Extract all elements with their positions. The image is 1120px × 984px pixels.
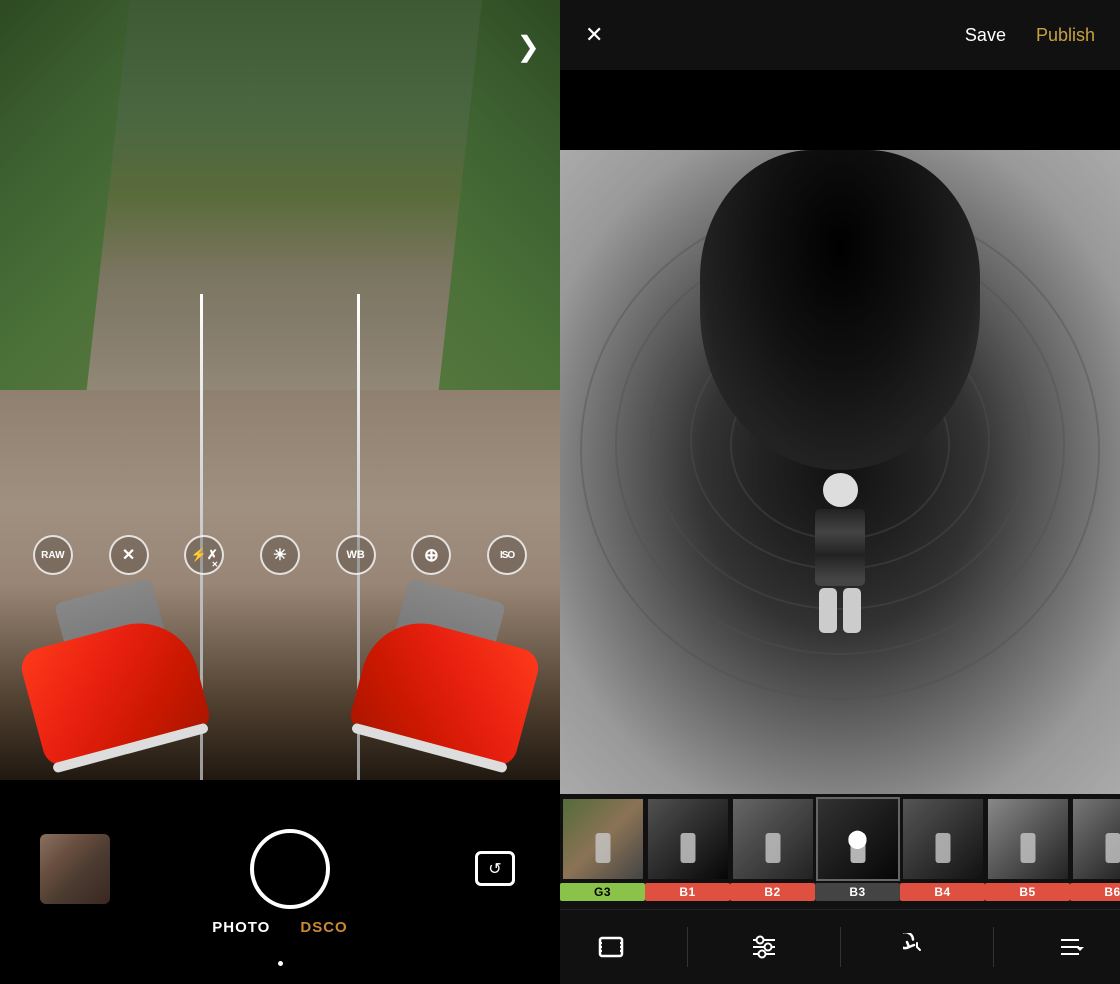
history-icon xyxy=(903,933,931,961)
filter-image-b3: ⬤ xyxy=(818,799,898,879)
toolbar-divider-2 xyxy=(840,927,841,967)
filter-thumb-b4 xyxy=(903,799,983,879)
filter-label-b2: B2 xyxy=(730,883,815,901)
filter-label-g3: G3 xyxy=(560,883,645,901)
child-body xyxy=(815,509,865,586)
filter-b2[interactable]: B2 xyxy=(730,799,815,904)
child-leg-right xyxy=(843,588,861,633)
editor-toolbar xyxy=(560,909,1120,984)
wb-button[interactable]: WB xyxy=(336,535,376,575)
filter-label-b6: B6 xyxy=(1070,883,1120,901)
dsco-mode-tab[interactable]: DSCO xyxy=(300,919,347,936)
filter-image-b1 xyxy=(648,799,728,879)
shutter-button[interactable] xyxy=(250,829,330,909)
filter-b1[interactable]: B1 xyxy=(645,799,730,904)
next-arrow[interactable]: ❯ xyxy=(517,30,540,63)
thumbnail-image xyxy=(40,834,110,904)
filter-image-g3 xyxy=(563,799,643,879)
editor-main-image xyxy=(560,150,1120,794)
track-scene xyxy=(0,0,560,780)
key-icon: ⬤ xyxy=(847,829,867,850)
filter-thumb-b1 xyxy=(648,799,728,879)
filter-child-b6 xyxy=(1105,833,1120,863)
filter-child-b1 xyxy=(680,833,695,863)
child-head xyxy=(823,473,858,507)
filter-label-b1: B1 xyxy=(645,883,730,901)
filter-label-b5: B5 xyxy=(985,883,1070,901)
add-button[interactable]: ⊕ xyxy=(411,535,451,575)
filter-thumb-b2 xyxy=(733,799,813,879)
filter-b3[interactable]: ⬤ B3 xyxy=(815,799,900,904)
close-button[interactable]: ✕ xyxy=(585,22,603,48)
close-button[interactable]: ✕ xyxy=(109,535,149,575)
photo-mode-tab[interactable]: PHOTO xyxy=(212,919,270,936)
toolbar-divider-1 xyxy=(687,927,688,967)
filter-thumb-b3: ⬤ xyxy=(818,799,898,879)
filter-child-g3 xyxy=(595,833,610,863)
filter-child-b5 xyxy=(1020,833,1035,863)
camera-panel: ❯ RAW ✕ ⚡✗ ☀ WB ⊕ ISO xyxy=(0,0,560,984)
editor-top-spacer xyxy=(560,70,1120,150)
frame-icon xyxy=(597,933,625,961)
mode-indicator-dot xyxy=(278,961,283,966)
filter-thumb-g3 xyxy=(563,799,643,879)
filter-child-b4 xyxy=(935,833,950,863)
filter-image-b6 xyxy=(1073,799,1120,879)
child-leg-left xyxy=(819,588,837,633)
filter-strip: G3 B1 B2 ⬤ xyxy=(560,794,1120,909)
filter-image-b2 xyxy=(733,799,813,879)
publish-button[interactable]: Publish xyxy=(1036,25,1095,46)
flash-icon: ⚡✗ xyxy=(191,547,218,563)
plus-icon: ⊕ xyxy=(424,545,439,566)
frame-tool-button[interactable] xyxy=(586,922,636,972)
history-tool-button[interactable] xyxy=(892,922,942,972)
filter-g3[interactable]: G3 xyxy=(560,799,645,904)
save-button[interactable]: Save xyxy=(965,25,1006,46)
filter-label-b4: B4 xyxy=(900,883,985,901)
camera-controls-bar: RAW ✕ ⚡✗ ☀ WB ⊕ ISO xyxy=(0,535,560,575)
filter-image-b5 xyxy=(988,799,1068,879)
tree-hollow xyxy=(700,150,980,470)
filter-b4[interactable]: B4 xyxy=(900,799,985,904)
filter-label-b3: B3 xyxy=(815,883,900,901)
camera-main-controls xyxy=(0,829,560,909)
bookmark-list-icon xyxy=(1056,933,1084,961)
shoe-right xyxy=(347,610,542,770)
filter-b6[interactable]: B6 xyxy=(1070,799,1120,904)
more-tool-button[interactable] xyxy=(1045,922,1095,972)
exposure-button[interactable]: ☀ xyxy=(260,535,300,575)
editor-panel: ✕ Save Publish xyxy=(560,0,1120,984)
editor-header: ✕ Save Publish xyxy=(560,0,1120,70)
filter-image-b4 xyxy=(903,799,983,879)
child-figure xyxy=(800,473,880,633)
flash-button[interactable]: ⚡✗ xyxy=(184,535,224,575)
sliders-icon xyxy=(750,933,778,961)
thumbnail-preview[interactable] xyxy=(40,834,110,904)
stump-bw-scene xyxy=(560,150,1120,794)
filter-child-b2 xyxy=(765,833,780,863)
toolbar-divider-3 xyxy=(993,927,994,967)
child-legs xyxy=(819,588,861,633)
filter-thumb-b5 xyxy=(988,799,1068,879)
adjust-tool-button[interactable] xyxy=(739,922,789,972)
header-actions: Save Publish xyxy=(965,25,1095,46)
flip-camera-button[interactable] xyxy=(470,844,520,894)
camera-bottom-bar: PHOTO DSCO xyxy=(0,780,560,984)
shoe-left xyxy=(17,610,212,770)
mode-tabs: PHOTO DSCO xyxy=(212,919,347,936)
flip-icon xyxy=(475,851,515,886)
raw-button[interactable]: RAW xyxy=(33,535,73,575)
filter-thumb-b6 xyxy=(1073,799,1120,879)
iso-button[interactable]: ISO xyxy=(487,535,527,575)
filter-b5[interactable]: B5 xyxy=(985,799,1070,904)
camera-viewfinder: ❯ RAW ✕ ⚡✗ ☀ WB ⊕ ISO xyxy=(0,0,560,780)
sun-icon: ☀ xyxy=(273,545,287,565)
